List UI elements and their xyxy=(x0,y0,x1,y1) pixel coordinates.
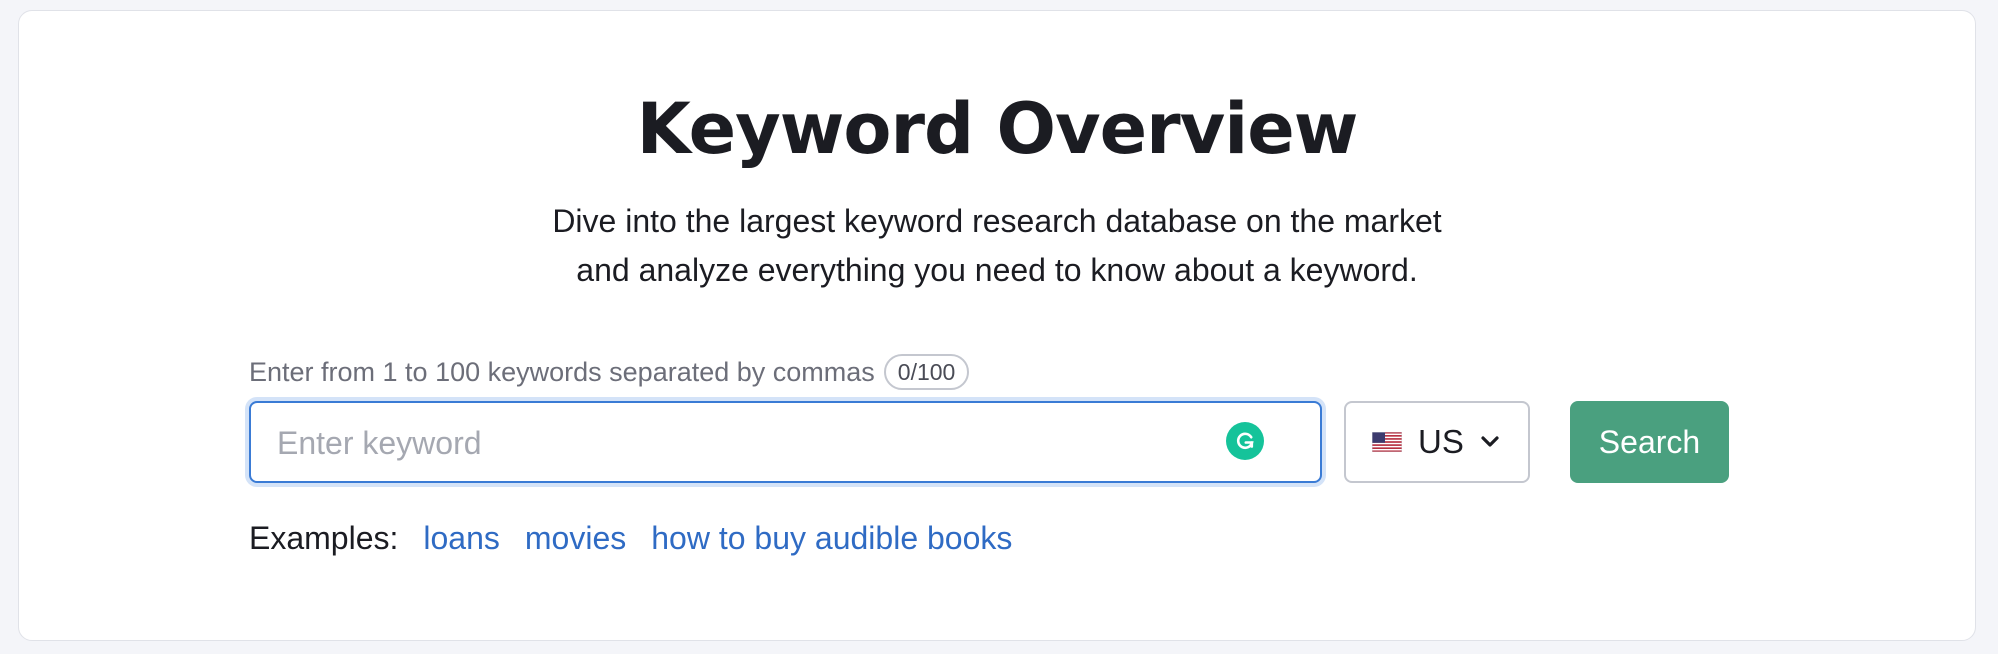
examples-row: Examples: loans movies how to buy audibl… xyxy=(249,514,1037,562)
examples-label: Examples: xyxy=(249,520,399,556)
example-link-movies[interactable]: movies xyxy=(525,514,626,562)
keyword-counter-badge: 0/100 xyxy=(883,354,970,390)
example-link-how-to-buy-audible-books[interactable]: how to buy audible books xyxy=(651,514,1012,562)
search-button[interactable]: Search xyxy=(1570,401,1729,483)
example-link-loans[interactable]: loans xyxy=(423,514,500,562)
hint-text: Enter from 1 to 100 keywords separated b… xyxy=(249,356,875,387)
page-subtitle: Dive into the largest keyword research d… xyxy=(19,197,1975,295)
subtitle-line-1: Dive into the largest keyword research d… xyxy=(552,203,1442,239)
database-label: US xyxy=(1418,423,1464,460)
page-title: Keyword Overview xyxy=(636,88,1359,170)
keyword-input-wrapper[interactable] xyxy=(249,401,1322,483)
subtitle-line-2: and analyze everything you need to know … xyxy=(576,252,1418,288)
keyword-input[interactable] xyxy=(275,403,1239,483)
database-select[interactable]: US xyxy=(1344,401,1530,483)
grammarly-icon[interactable] xyxy=(1226,422,1264,460)
chevron-down-icon xyxy=(1481,436,1499,447)
keyword-hint: Enter from 1 to 100 keywords separated b… xyxy=(249,352,970,392)
us-flag-icon xyxy=(1372,432,1402,452)
